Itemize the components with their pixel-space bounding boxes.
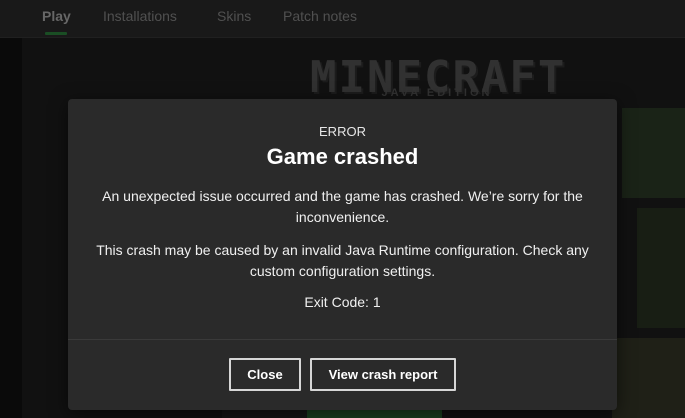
dialog-message-hint: This crash may be caused by an invalid J… [96, 242, 589, 279]
dialog-eyebrow: ERROR [319, 124, 366, 139]
dialog-divider [68, 339, 617, 340]
crash-dialog: ERROR Game crashed An unexpected issue o… [68, 99, 617, 410]
dialog-body: ERROR Game crashed An unexpected issue o… [68, 99, 617, 339]
view-crash-report-button[interactable]: View crash report [310, 358, 456, 391]
exit-code: Exit Code: 1 [304, 294, 381, 310]
launcher-window: Play Installations Skins Patch notes MIN… [0, 0, 685, 418]
dialog-message: An unexpected issue occurred and the gam… [102, 188, 583, 225]
close-button[interactable]: Close [229, 358, 301, 391]
dialog-title: Game crashed [266, 144, 419, 169]
